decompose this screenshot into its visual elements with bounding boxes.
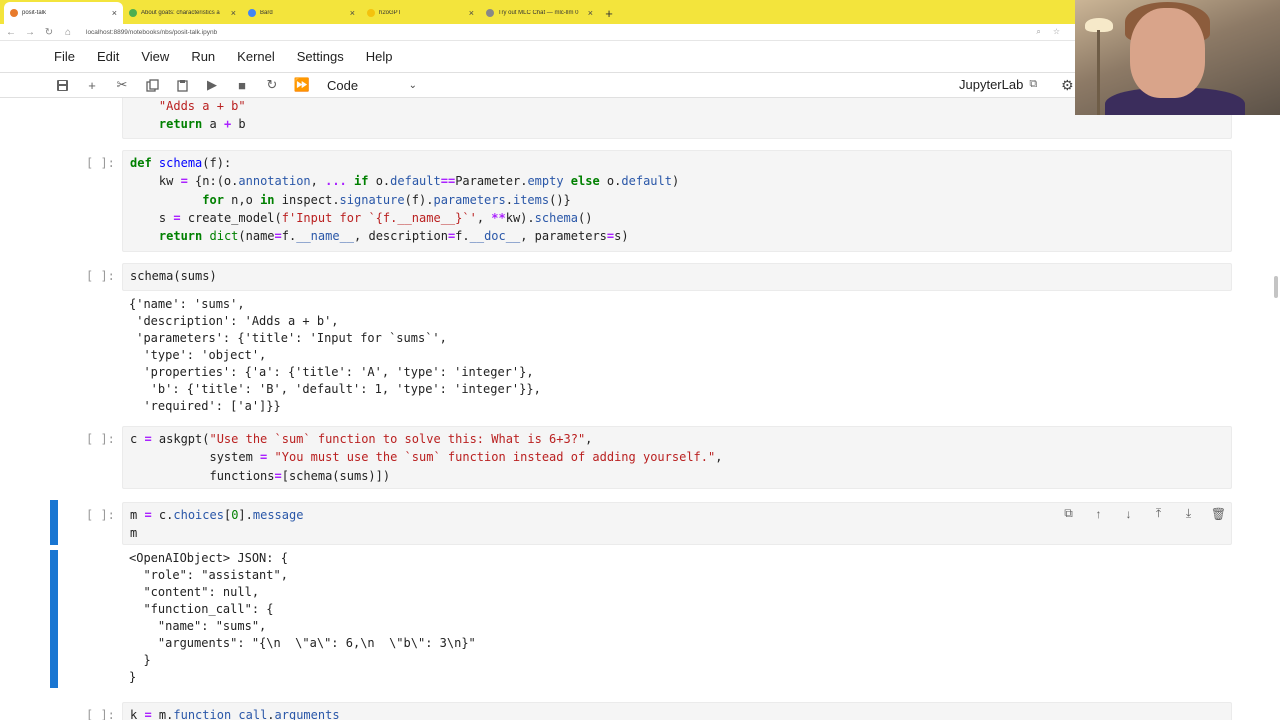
notebook-panel: "Adds a + b" return a + b [ ]: def schem… — [0, 98, 1280, 720]
jupyterlab-link[interactable]: JupyterLab ⧉ — [959, 77, 1037, 92]
forward-icon[interactable]: → — [25, 27, 35, 38]
browser-tab-mlc[interactable]: Try out MLC Chat — mlc-llm 0 × — [480, 2, 599, 24]
jupyterlab-label: JupyterLab — [959, 77, 1024, 92]
menu-settings[interactable]: Settings — [297, 49, 355, 64]
code-editor[interactable]: c = askgpt("Use the `sum` function to so… — [122, 426, 1232, 489]
site-favicon-icon — [129, 9, 137, 17]
fast-forward-icon[interactable]: ⏩ — [287, 74, 317, 96]
insert-below-icon[interactable]: ⤓ — [1179, 504, 1198, 523]
new-tab-icon[interactable]: + — [599, 2, 619, 24]
tab-title: h2oGPT — [379, 10, 402, 16]
copy-icon[interactable] — [137, 74, 167, 96]
tab-title: Try out MLC Chat — mlc-llm 0 — [498, 10, 579, 16]
close-icon[interactable]: × — [231, 8, 236, 18]
back-icon[interactable]: ← — [6, 27, 16, 38]
add-cell-icon[interactable]: + — [77, 74, 107, 96]
jupyter-favicon-icon — [10, 9, 18, 17]
presenter-face-shape — [1130, 8, 1205, 98]
webcam-video-overlay — [1075, 0, 1280, 115]
cell-prompt: [ ]: — [86, 156, 115, 170]
code-editor[interactable]: schema(sums) — [122, 263, 1232, 291]
code-editor[interactable]: def schema(f): kw = {n:(o.annotation, ..… — [122, 150, 1232, 252]
insert-above-icon[interactable]: ⤒ — [1149, 504, 1168, 523]
bard-favicon-icon — [248, 9, 256, 17]
close-icon[interactable]: × — [469, 8, 474, 18]
menu-edit[interactable]: Edit — [97, 49, 130, 64]
close-icon[interactable]: × — [588, 8, 593, 18]
duplicate-cell-icon[interactable]: ⧉ — [1059, 504, 1078, 523]
menu-run[interactable]: Run — [191, 49, 226, 64]
reload-icon[interactable]: ↻ — [44, 27, 54, 38]
browser-tab-bard[interactable]: Bard × — [242, 2, 361, 24]
bookmark-icon[interactable]: ☆ — [1053, 27, 1060, 37]
external-link-icon: ⧉ — [1029, 78, 1038, 90]
cell-prompt: [ ]: — [86, 269, 115, 283]
lamp-pole-shape — [1097, 30, 1100, 115]
menu-view[interactable]: View — [141, 49, 180, 64]
tab-title: posit-talk — [22, 10, 47, 16]
move-up-icon[interactable]: ↑ — [1089, 504, 1108, 523]
zoom-icon[interactable]: ⌕ — [1036, 27, 1040, 37]
cell-toolbar: ⧉ ↑ ↓ ⤒ ⤓ 🗑 — [1059, 504, 1228, 523]
cut-icon[interactable]: ✂ — [107, 74, 137, 96]
code-text: schema(sums) — [130, 269, 217, 283]
mlc-favicon-icon — [486, 9, 494, 17]
scrollbar[interactable] — [1274, 276, 1278, 298]
tab-title: Bard — [260, 10, 273, 16]
delete-cell-icon[interactable]: 🗑 — [1209, 504, 1228, 523]
tab-title: About goats: characteristics a — [141, 10, 220, 16]
cell-output: {'name': 'sums', 'description': 'Adds a … — [129, 297, 541, 413]
code-text: def schema(f): kw = {n:(o.annotation, ..… — [130, 156, 680, 244]
chevron-down-icon: ⌄ — [408, 79, 417, 91]
browser-tab-posit-talk[interactable]: posit-talk × — [4, 2, 123, 24]
browser-tab-h2ogpt[interactable]: h2oGPT × — [361, 2, 480, 24]
restart-icon[interactable]: ↻ — [257, 74, 287, 96]
move-down-icon[interactable]: ↓ — [1119, 504, 1138, 523]
code-editor[interactable]: "Adds a + b" return a + b — [122, 98, 1232, 139]
menu-kernel[interactable]: Kernel — [237, 49, 286, 64]
run-icon[interactable]: ▶ — [197, 74, 227, 96]
home-icon[interactable]: ⌂ — [63, 27, 73, 38]
menu-file[interactable]: File — [54, 49, 86, 64]
paste-icon[interactable] — [167, 74, 197, 96]
cell-type-select[interactable]: Code ⌄ — [327, 78, 417, 93]
close-icon[interactable]: × — [112, 8, 117, 18]
code-text: k = m.function_call.arguments — [130, 708, 340, 720]
close-icon[interactable]: × — [350, 8, 355, 18]
cell-output: <OpenAIObject> JSON: { "role": "assistan… — [129, 551, 476, 684]
cell-prompt: [ ]: — [86, 708, 115, 720]
browser-tab-goats[interactable]: About goats: characteristics a × — [123, 2, 242, 24]
code-editor[interactable]: k = m.function_call.arguments — [122, 702, 1232, 720]
cell-type-value: Code — [327, 77, 359, 93]
cell-prompt: [ ]: — [86, 432, 115, 446]
code-text: "Adds a + b" return a + b — [130, 99, 246, 132]
menu-help[interactable]: Help — [366, 49, 404, 64]
h2o-favicon-icon — [367, 9, 375, 17]
url-field[interactable]: localhost:8899/notebooks/nbs/posit-talk.… — [86, 29, 217, 36]
active-output-indicator — [50, 550, 58, 688]
active-cell-indicator — [50, 500, 58, 545]
stop-icon[interactable]: ■ — [227, 74, 257, 96]
code-text: c = askgpt("Use the `sum` function to so… — [130, 432, 723, 483]
cell-prompt: [ ]: — [86, 508, 115, 522]
save-icon[interactable] — [47, 74, 77, 96]
kernel-status-icon[interactable]: ⚙ — [1061, 77, 1074, 94]
